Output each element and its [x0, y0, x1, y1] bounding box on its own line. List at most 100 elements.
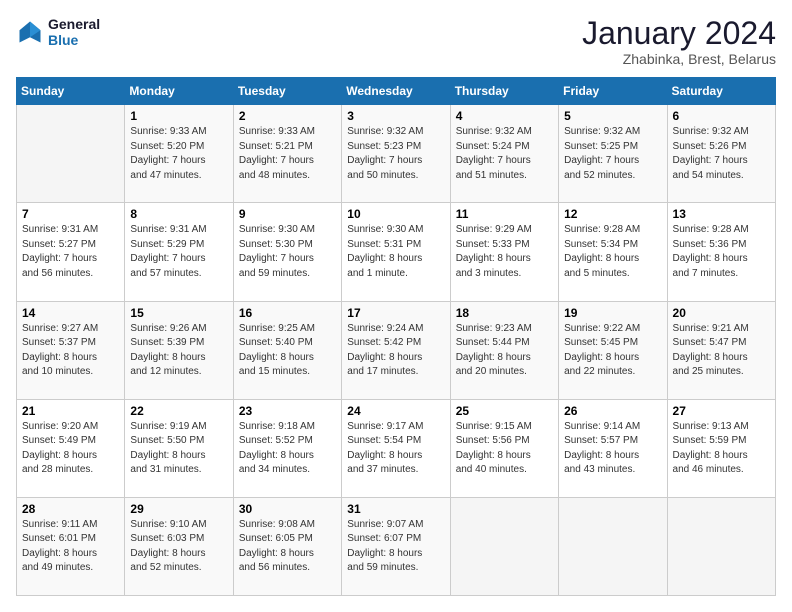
day-info: Sunrise: 9:24 AM Sunset: 5:42 PM Dayligh…: [347, 322, 444, 380]
day-number: 9: [239, 207, 336, 221]
table-row: 18Sunrise: 9:23 AM Sunset: 5:44 PM Dayli…: [450, 301, 558, 399]
day-number: 18: [456, 306, 553, 320]
table-row: 14 Sunrise: 9:27 AM Sunset: 5:37 PM Dayli…: [17, 301, 125, 399]
subtitle: Zhabinka, Brest, Belarus: [582, 51, 776, 67]
day-number: 23: [239, 404, 336, 418]
table-row: 13 Sunrise: 9:28 AM Sunset: 5:36 PM Dayli…: [667, 203, 775, 301]
day-info: Sunrise: 9:31 AM Sunset: 5:29 PM Dayligh…: [130, 223, 227, 281]
day-number: 22: [130, 404, 227, 418]
calendar-table: Sunday Monday Tuesday Wednesday Thursday…: [16, 77, 776, 596]
day-info: Sunrise: 9:10 AM Sunset: 6:03 PM Dayligh…: [130, 518, 227, 576]
day-number: 17: [347, 306, 444, 320]
table-row: [667, 497, 775, 595]
table-row: 12Sunrise: 9:28 AM Sunset: 5:34 PM Dayli…: [559, 203, 667, 301]
table-row: 28 Sunrise: 9:11 AM Sunset: 6:01 PM Dayli…: [17, 497, 125, 595]
day-info: Sunrise: 9:08 AM Sunset: 6:05 PM Dayligh…: [239, 518, 336, 576]
calendar-week-row: 21 Sunrise: 9:20 AM Sunset: 5:49 PM Dayli…: [17, 399, 776, 497]
day-info: Sunrise: 9:19 AM Sunset: 5:50 PM Dayligh…: [130, 420, 227, 478]
table-row: 20 Sunrise: 9:21 AM Sunset: 5:47 PM Dayli…: [667, 301, 775, 399]
header-monday: Monday: [125, 78, 233, 105]
day-info: Sunrise: 9:27 AM Sunset: 5:37 PM Dayligh…: [22, 322, 119, 380]
table-row: 31 Sunrise: 9:07 AM Sunset: 6:07 PM Dayli…: [342, 497, 450, 595]
day-number: 31: [347, 502, 444, 516]
day-info: Sunrise: 9:21 AM Sunset: 5:47 PM Dayligh…: [673, 322, 770, 380]
table-row: 17 Sunrise: 9:24 AM Sunset: 5:42 PM Dayli…: [342, 301, 450, 399]
day-number: 11: [456, 207, 553, 221]
day-number: 3: [347, 109, 444, 123]
table-row: 22 Sunrise: 9:19 AM Sunset: 5:50 PM Dayli…: [125, 399, 233, 497]
day-number: 1: [130, 109, 227, 123]
day-number: 24: [347, 404, 444, 418]
day-number: 13: [673, 207, 770, 221]
header-tuesday: Tuesday: [233, 78, 341, 105]
table-row: 6 Sunrise: 9:32 AM Sunset: 5:26 PM Daylig…: [667, 105, 775, 203]
table-row: 26 Sunrise: 9:14 AM Sunset: 5:57 PM Dayli…: [559, 399, 667, 497]
day-number: 27: [673, 404, 770, 418]
day-info: Sunrise: 9:28 AM Sunset: 5:36 PM Dayligh…: [673, 223, 770, 281]
table-row: 15 Sunrise: 9:26 AM Sunset: 5:39 PM Dayli…: [125, 301, 233, 399]
calendar-week-row: 7 Sunrise: 9:31 AM Sunset: 5:27 PM Daylig…: [17, 203, 776, 301]
header-saturday: Saturday: [667, 78, 775, 105]
day-number: 6: [673, 109, 770, 123]
day-number: 20: [673, 306, 770, 320]
day-number: 28: [22, 502, 119, 516]
day-info: Sunrise: 9:32 AM Sunset: 5:23 PM Dayligh…: [347, 125, 444, 183]
day-info: Sunrise: 9:26 AM Sunset: 5:39 PM Dayligh…: [130, 322, 227, 380]
table-row: 3 Sunrise: 9:32 AM Sunset: 5:23 PM Daylig…: [342, 105, 450, 203]
day-number: 16: [239, 306, 336, 320]
day-number: 15: [130, 306, 227, 320]
logo: General Blue: [16, 16, 100, 48]
day-info: Sunrise: 9:31 AM Sunset: 5:27 PM Dayligh…: [22, 223, 119, 281]
day-number: 21: [22, 404, 119, 418]
page: General Blue January 2024 Zhabinka, Bres…: [0, 0, 792, 612]
day-number: 7: [22, 207, 119, 221]
day-info: Sunrise: 9:33 AM Sunset: 5:21 PM Dayligh…: [239, 125, 336, 183]
day-info: Sunrise: 9:25 AM Sunset: 5:40 PM Dayligh…: [239, 322, 336, 380]
table-row: 7 Sunrise: 9:31 AM Sunset: 5:27 PM Daylig…: [17, 203, 125, 301]
table-row: 27Sunrise: 9:13 AM Sunset: 5:59 PM Dayli…: [667, 399, 775, 497]
header-wednesday: Wednesday: [342, 78, 450, 105]
logo-icon: [16, 18, 44, 46]
logo-text: General Blue: [48, 16, 100, 48]
table-row: 1 Sunrise: 9:33 AM Sunset: 5:20 PM Daylig…: [125, 105, 233, 203]
day-number: 2: [239, 109, 336, 123]
day-info: Sunrise: 9:18 AM Sunset: 5:52 PM Dayligh…: [239, 420, 336, 478]
day-info: Sunrise: 9:28 AM Sunset: 5:34 PM Dayligh…: [564, 223, 661, 281]
calendar-week-row: 1 Sunrise: 9:33 AM Sunset: 5:20 PM Daylig…: [17, 105, 776, 203]
table-row: 5 Sunrise: 9:32 AM Sunset: 5:25 PM Daylig…: [559, 105, 667, 203]
day-number: 4: [456, 109, 553, 123]
day-info: Sunrise: 9:32 AM Sunset: 5:26 PM Dayligh…: [673, 125, 770, 183]
header-thursday: Thursday: [450, 78, 558, 105]
day-number: 10: [347, 207, 444, 221]
day-info: Sunrise: 9:33 AM Sunset: 5:20 PM Dayligh…: [130, 125, 227, 183]
day-number: 26: [564, 404, 661, 418]
title-block: January 2024 Zhabinka, Brest, Belarus: [582, 16, 776, 67]
day-info: Sunrise: 9:14 AM Sunset: 5:57 PM Dayligh…: [564, 420, 661, 478]
table-row: 11Sunrise: 9:29 AM Sunset: 5:33 PM Dayli…: [450, 203, 558, 301]
day-info: Sunrise: 9:17 AM Sunset: 5:54 PM Dayligh…: [347, 420, 444, 478]
day-info: Sunrise: 9:15 AM Sunset: 5:56 PM Dayligh…: [456, 420, 553, 478]
day-info: Sunrise: 9:32 AM Sunset: 5:24 PM Dayligh…: [456, 125, 553, 183]
table-row: [559, 497, 667, 595]
day-number: 5: [564, 109, 661, 123]
table-row: 4 Sunrise: 9:32 AM Sunset: 5:24 PM Daylig…: [450, 105, 558, 203]
day-info: Sunrise: 9:07 AM Sunset: 6:07 PM Dayligh…: [347, 518, 444, 576]
table-row: 25Sunrise: 9:15 AM Sunset: 5:56 PM Dayli…: [450, 399, 558, 497]
table-row: 8Sunrise: 9:31 AM Sunset: 5:29 PM Daylig…: [125, 203, 233, 301]
table-row: 24 Sunrise: 9:17 AM Sunset: 5:54 PM Dayli…: [342, 399, 450, 497]
day-info: Sunrise: 9:32 AM Sunset: 5:25 PM Dayligh…: [564, 125, 661, 183]
table-row: [17, 105, 125, 203]
table-row: 29Sunrise: 9:10 AM Sunset: 6:03 PM Dayli…: [125, 497, 233, 595]
header-sunday: Sunday: [17, 78, 125, 105]
calendar-header-row: Sunday Monday Tuesday Wednesday Thursday…: [17, 78, 776, 105]
table-row: 19Sunrise: 9:22 AM Sunset: 5:45 PM Dayli…: [559, 301, 667, 399]
table-row: 2 Sunrise: 9:33 AM Sunset: 5:21 PM Daylig…: [233, 105, 341, 203]
day-info: Sunrise: 9:11 AM Sunset: 6:01 PM Dayligh…: [22, 518, 119, 576]
day-info: Sunrise: 9:30 AM Sunset: 5:30 PM Dayligh…: [239, 223, 336, 281]
day-number: 14: [22, 306, 119, 320]
day-number: 30: [239, 502, 336, 516]
table-row: 10Sunrise: 9:30 AM Sunset: 5:31 PM Dayli…: [342, 203, 450, 301]
main-title: January 2024: [582, 16, 776, 51]
table-row: 16 Sunrise: 9:25 AM Sunset: 5:40 PM Dayli…: [233, 301, 341, 399]
day-info: Sunrise: 9:20 AM Sunset: 5:49 PM Dayligh…: [22, 420, 119, 478]
